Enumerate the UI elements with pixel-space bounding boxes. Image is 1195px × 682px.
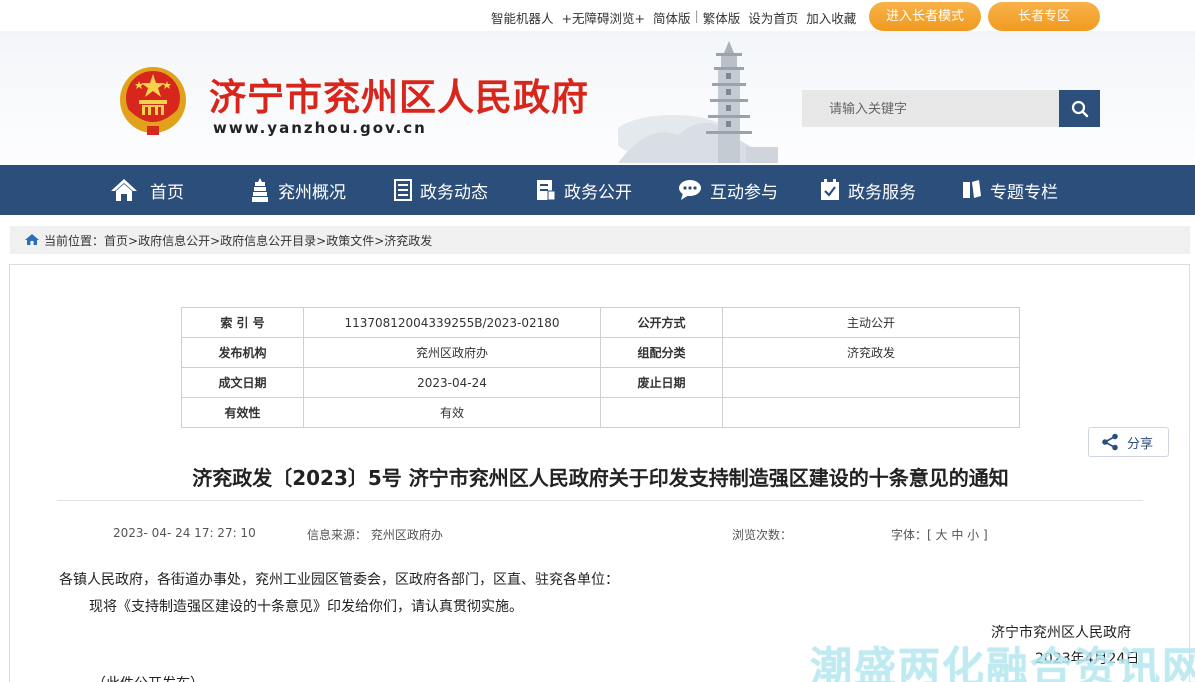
meta-value: 2023-04-24	[303, 367, 601, 398]
views-label: 浏览次数：	[732, 528, 793, 542]
elder-mode-button[interactable]: 进入长者模式	[869, 2, 981, 31]
chat-icon	[679, 180, 701, 200]
table-row: 成文日期 2023-04-24 废止日期	[181, 367, 1020, 398]
site-url: www.yanzhou.gov.cn	[213, 119, 427, 137]
nav-item-overview[interactable]: 兖州概况	[250, 165, 346, 215]
breadcrumb-policy[interactable]: 政策文件>	[326, 232, 384, 249]
pagoda-illustration	[618, 41, 778, 163]
source-value: 兖州区政府办	[370, 528, 443, 542]
nav-label: 互动参与	[710, 182, 778, 203]
meta-value: 11370812004339255B/2023-02180	[303, 307, 601, 338]
title-divider	[57, 500, 1143, 501]
nav-label: 兖州概况	[278, 182, 346, 203]
meta-key: 废止日期	[600, 367, 723, 398]
table-row: 有效性 有效	[181, 397, 1020, 428]
nav-item-open-affairs[interactable]: 政务公开	[536, 165, 632, 215]
link-traditional[interactable]: 繁体版	[699, 8, 745, 27]
home-icon	[25, 234, 39, 245]
share-label: 分享	[1127, 436, 1154, 452]
search-icon	[1071, 100, 1088, 117]
font-size-control: 字体：[ 大 中 小 ]	[891, 526, 988, 543]
font-end: ]	[982, 528, 988, 542]
meta-value: 兖州区政府办	[303, 337, 601, 368]
breadcrumb-info-open[interactable]: 政府信息公开>	[138, 232, 220, 249]
link-add-favorite[interactable]: 加入收藏	[802, 8, 860, 27]
national-emblem-icon	[120, 67, 186, 135]
home-icon	[111, 179, 137, 201]
nav-item-home[interactable]: 首页	[110, 165, 184, 215]
book-icon	[963, 180, 981, 198]
breadcrumb-info-catalog[interactable]: 政府信息公开目录>	[220, 232, 326, 249]
breadcrumb-current[interactable]: 济兖政发	[384, 232, 432, 249]
meta-value	[722, 367, 1020, 398]
meta-key: 成文日期	[181, 367, 304, 398]
site-header: 济宁市兖州区人民政府 www.yanzhou.gov.cn 请输入关键字	[0, 31, 1195, 165]
table-row: 索 引 号 11370812004339255B/2023-02180 公开方式…	[181, 307, 1020, 338]
link-robot[interactable]: 智能机器人	[487, 8, 558, 27]
recipients-text: 各镇人民政府，各街道办事处，兖州工业园区管委会，区政府各部门，区直、驻兖各单位：	[59, 572, 619, 588]
nav-label: 政务服务	[848, 182, 916, 203]
nav-item-services[interactable]: 政务服务	[820, 165, 916, 215]
link-accessibility[interactable]: +无障碍浏览+	[558, 8, 649, 27]
checklist-icon	[821, 179, 839, 200]
meta-value: 济兖政发	[722, 337, 1020, 368]
meta-key: 公开方式	[600, 307, 723, 338]
elder-zone-button[interactable]: 长者专区	[988, 2, 1100, 31]
document-title: 济兖政发〔2023〕5号 济宁市兖州区人民政府关于印发支持制造强区建设的十条意见…	[192, 466, 1009, 490]
nav-label: 专题专栏	[990, 182, 1058, 203]
document-meta-table: 索 引 号 11370812004339255B/2023-02180 公开方式…	[181, 307, 1020, 428]
nav-label: 政务动态	[420, 182, 488, 203]
table-row: 发布机构 兖州区政府办 组配分类 济兖政发	[181, 337, 1020, 368]
nav-label: 政务公开	[564, 182, 632, 203]
publish-datetime: 2023- 04- 24 17: 27: 10	[113, 526, 256, 540]
font-size-options[interactable]: 大 中 小	[936, 528, 980, 542]
breadcrumb-home[interactable]: 首页>	[104, 232, 138, 249]
breadcrumb: 当前位置： 首页> 政府信息公开> 政府信息公开目录> 政策文件> 济兖政发	[10, 226, 1190, 254]
search-input[interactable]: 请输入关键字	[802, 90, 1059, 127]
nav-item-news[interactable]: 政务动态	[394, 165, 488, 215]
open-doc-icon	[537, 180, 556, 201]
publication-note: （此件公开发布）	[92, 673, 204, 682]
nav-item-interaction[interactable]: 互动参与	[678, 165, 778, 215]
font-label: 字体：[	[891, 528, 932, 542]
watermark-text: 潮盛两化融合资讯网	[810, 643, 1195, 682]
share-button[interactable]: 分享	[1088, 427, 1169, 457]
meta-key: 索 引 号	[181, 307, 304, 338]
meta-value: 有效	[303, 397, 601, 428]
body-paragraph: 现将《支持制造强区建设的十条意见》印发给你们，请认真贯彻实施。	[89, 599, 523, 615]
meta-key: 有效性	[181, 397, 304, 428]
document-icon	[394, 179, 412, 201]
meta-value	[722, 397, 1020, 428]
site-title[interactable]: 济宁市兖州区人民政府	[209, 67, 589, 121]
breadcrumb-prefix: 当前位置：	[44, 233, 105, 248]
meta-key: 发布机构	[181, 337, 304, 368]
meta-key	[600, 397, 723, 428]
search-button[interactable]	[1059, 90, 1100, 127]
nav-item-topics[interactable]: 专题专栏	[962, 165, 1058, 215]
source-label: 信息来源：	[307, 528, 368, 542]
main-nav: 首页 兖州概况 政务动态 政务公开 互动参与 政务服务 专题专栏	[0, 165, 1195, 215]
pagoda-icon	[252, 178, 268, 202]
article-panel: 索 引 号 11370812004339255B/2023-02180 公开方式…	[9, 264, 1190, 682]
meta-value: 主动公开	[722, 307, 1020, 338]
top-bar: 智能机器人 +无障碍浏览+ 简体版 | 繁体版 设为首页 加入收藏 进入长者模式…	[0, 0, 1195, 31]
top-links: 智能机器人 +无障碍浏览+ 简体版 | 繁体版 设为首页 加入收藏	[487, 8, 860, 27]
meta-key: 组配分类	[600, 337, 723, 368]
share-icon	[1102, 433, 1118, 451]
link-set-homepage[interactable]: 设为首页	[744, 8, 802, 27]
link-simplified[interactable]: 简体版	[649, 8, 695, 27]
source-info: 信息来源： 兖州区政府办	[307, 526, 443, 543]
nav-label: 首页	[150, 182, 184, 203]
